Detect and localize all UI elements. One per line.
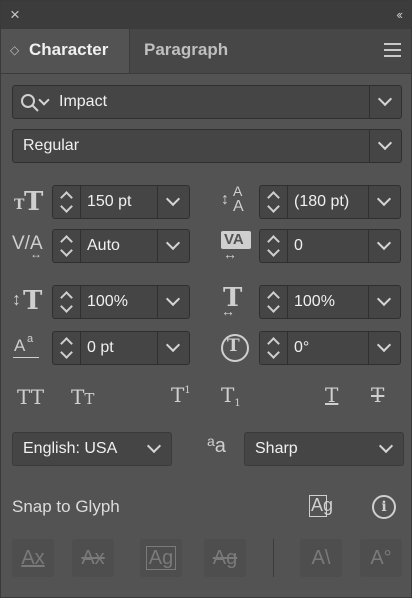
snap-proximity-guides-icon[interactable]: Ag xyxy=(204,539,246,577)
chevron-down-icon xyxy=(376,337,392,353)
horizontal-scale-stepper[interactable] xyxy=(259,285,287,319)
font-size-stepper[interactable] xyxy=(52,185,80,219)
rotation-field[interactable]: 0° xyxy=(287,331,401,365)
subscript-icon[interactable]: T1 xyxy=(221,383,241,409)
language-select[interactable]: English: USA xyxy=(12,432,172,466)
snap-baseline-icon[interactable]: Ax xyxy=(12,539,54,577)
font-size-control: T T 150 pt xyxy=(12,185,192,219)
chevron-down-icon xyxy=(376,291,392,307)
tab-character[interactable]: ◇ Character xyxy=(1,29,130,73)
leading-dropdown-button[interactable] xyxy=(368,186,400,218)
antialiasing-dropdown-button[interactable] xyxy=(371,433,403,465)
chevron-down-icon xyxy=(377,91,393,107)
vertical-scale-control: ↕ T 100% xyxy=(12,285,192,319)
font-family-select[interactable]: Impact xyxy=(12,85,402,119)
font-size-dropdown-button[interactable] xyxy=(157,186,189,218)
vertical-scale-dropdown-button[interactable] xyxy=(157,286,189,318)
font-family-dropdown-button[interactable] xyxy=(369,86,401,118)
font-style-value: Regular xyxy=(23,137,80,154)
horizontal-scale-field[interactable]: 100% xyxy=(287,285,401,319)
leading-control: A A ↕ (180 pt) xyxy=(219,183,403,219)
info-icon[interactable]: i xyxy=(372,495,396,519)
leading-icon: A A ↕ xyxy=(221,183,244,215)
snap-x-height-icon[interactable]: Ax xyxy=(72,539,114,577)
chevron-down-icon xyxy=(165,191,181,207)
chevron-down-icon xyxy=(165,291,181,307)
chevron-down-icon xyxy=(376,191,392,207)
panel-menu-icon[interactable] xyxy=(384,43,401,57)
tracking-dropdown-button[interactable] xyxy=(368,230,400,262)
chevron-down-icon xyxy=(377,135,393,151)
baseline-shift-field[interactable]: 0 pt xyxy=(80,331,190,365)
snap-anchor-point-icon[interactable]: A° xyxy=(360,539,402,577)
rotation-dropdown-button[interactable] xyxy=(368,332,400,364)
chevron-down-icon xyxy=(165,337,181,353)
panel-titlebar: × ‹‹ xyxy=(1,1,411,29)
baseline-shift-control: A a 0 pt xyxy=(12,331,192,365)
tracking-stepper[interactable] xyxy=(259,229,287,263)
leading-stepper[interactable] xyxy=(259,185,287,219)
small-caps-icon[interactable]: TT xyxy=(71,385,94,409)
leading-field[interactable]: (180 pt) xyxy=(287,185,401,219)
snap-to-glyph-label: Snap to Glyph xyxy=(12,497,120,516)
chevron-down-icon xyxy=(378,438,394,454)
vertical-scale-stepper[interactable] xyxy=(52,285,80,319)
search-icon xyxy=(21,94,39,112)
rotation-stepper[interactable] xyxy=(259,331,287,365)
font-size-field[interactable]: 150 pt xyxy=(80,185,190,219)
chevron-down-icon xyxy=(376,235,392,251)
superscript-icon[interactable]: T1 xyxy=(171,383,191,407)
all-caps-icon[interactable]: TT xyxy=(17,385,44,409)
tab-paragraph[interactable]: Paragraph xyxy=(144,29,228,73)
close-icon[interactable]: × xyxy=(10,5,20,25)
collapse-icon[interactable]: ‹‹ xyxy=(396,7,403,22)
panel-tabs: ◇ Character Paragraph xyxy=(1,29,411,74)
snap-glyph-bounds-icon[interactable]: Ag xyxy=(140,539,182,577)
chevron-down-icon xyxy=(146,438,162,454)
strikethrough-icon[interactable]: T xyxy=(371,383,384,407)
character-rotation-control: T 0° xyxy=(219,331,403,365)
character-panel: × ‹‹ ◇ Character Paragraph Impact Regula… xyxy=(0,0,412,598)
chevron-down-icon xyxy=(165,235,181,251)
tracking-field[interactable]: 0 xyxy=(287,229,401,263)
horizontal-scale-control: T ↔ 100% xyxy=(219,283,403,319)
snap-angular-guides-icon[interactable]: A\ xyxy=(300,539,342,577)
tracking-icon: VA ↔ xyxy=(219,229,255,263)
glyph-guides-icon[interactable]: Ag xyxy=(309,493,337,517)
language-dropdown-button[interactable] xyxy=(139,433,171,465)
font-style-dropdown-button[interactable] xyxy=(369,130,401,162)
kerning-stepper[interactable] xyxy=(52,229,80,263)
baseline-shift-stepper[interactable] xyxy=(52,331,80,365)
baseline-shift-icon: A a xyxy=(12,331,48,365)
search-options-chevron-icon[interactable] xyxy=(38,94,50,106)
underline-icon[interactable]: T xyxy=(325,383,338,407)
vertical-scale-field[interactable]: 100% xyxy=(80,285,190,319)
kerning-dropdown-button[interactable] xyxy=(157,230,189,262)
font-family-value: Impact xyxy=(59,93,108,110)
antialiasing-icon: aa xyxy=(207,433,226,457)
font-style-select[interactable]: Regular xyxy=(12,129,402,163)
rotation-icon: T xyxy=(219,331,255,365)
vertical-scale-icon: ↕ T xyxy=(12,286,43,316)
kerning-control: V/A ↔ Auto xyxy=(12,229,192,263)
font-size-icon: T T xyxy=(14,187,44,217)
tab-grip-icon: ◇ xyxy=(10,43,20,57)
antialiasing-select[interactable]: Sharp xyxy=(244,432,404,466)
kerning-icon: V/A ↔ xyxy=(12,233,43,261)
baseline-shift-dropdown-button[interactable] xyxy=(157,332,189,364)
horizontal-scale-dropdown-button[interactable] xyxy=(368,286,400,318)
kerning-field[interactable]: Auto xyxy=(80,229,190,263)
horizontal-scale-icon: T ↔ xyxy=(221,283,243,319)
snap-divider xyxy=(273,539,274,577)
tracking-control: VA ↔ 0 xyxy=(219,229,403,263)
